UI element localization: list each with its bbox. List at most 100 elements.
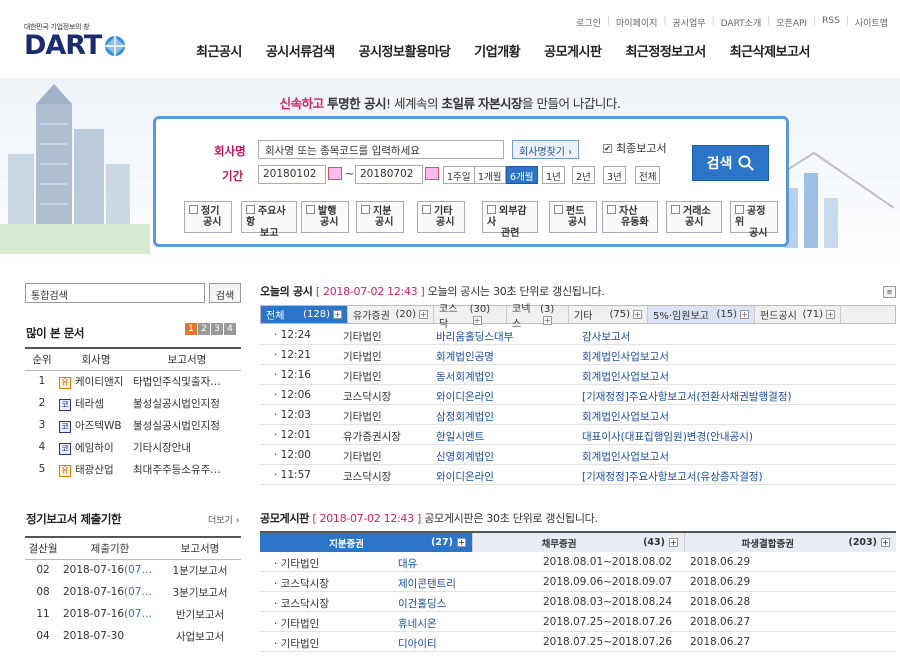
page-button[interactable]: 2 xyxy=(198,323,210,335)
calendar-icon[interactable] xyxy=(328,167,342,180)
checkbox[interactable] xyxy=(361,205,370,214)
table-row[interactable]: · 12:03 기타법인 삼정회계법인 회계법인사업보고서 xyxy=(260,405,896,425)
plus-icon[interactable]: + xyxy=(669,538,678,547)
report-type-button[interactable]: 지분 공시 xyxy=(356,201,404,233)
company-name[interactable]: 아즈텍WB xyxy=(75,420,122,432)
search-button[interactable]: 검색 xyxy=(692,145,769,181)
report-name[interactable]: 불성실공시법인지정 xyxy=(133,392,241,414)
company-link[interactable]: 이건홀딩스 xyxy=(398,596,446,611)
integrated-search-input[interactable]: 통합검색 xyxy=(25,283,205,303)
report-name[interactable]: 최대주주등소유주… xyxy=(133,458,241,480)
plus-icon[interactable]: + xyxy=(740,310,749,319)
plus-icon[interactable]: + xyxy=(419,310,428,319)
corp-find-button[interactable]: 회사명찾기 › xyxy=(512,140,580,159)
company-name[interactable]: 케이티앤지 xyxy=(75,376,123,388)
report-type-button[interactable]: 공정위 공시 xyxy=(730,201,778,239)
table-row[interactable]: · 12:21 기타법인 회계법인공명 회계법인사업보고서 xyxy=(260,345,896,365)
integrated-search-button[interactable]: 검색 xyxy=(209,283,241,303)
tab-6[interactable]: 5%·임원보고 (15) + xyxy=(648,306,755,323)
tab-5[interactable]: 기타 (75) + xyxy=(569,306,648,323)
more-link[interactable]: 더보기 › xyxy=(208,513,239,526)
company-link[interactable]: 바리움홀딩스대부 xyxy=(436,329,513,344)
company-link[interactable]: 한일시멘트 xyxy=(436,429,484,444)
gnb-item[interactable]: 공모게시판 xyxy=(544,41,602,60)
company-cell[interactable]: 코 에임하이 xyxy=(59,436,133,458)
report-name[interactable]: 1분기보고서 xyxy=(159,559,241,581)
report-link[interactable]: [기재정정]주요사항보고서(전환사채권발행결정) xyxy=(582,389,792,404)
period-button[interactable]: 전체 xyxy=(635,166,661,184)
report-name[interactable]: 3분기보고서 xyxy=(159,581,241,603)
gnb-item[interactable]: 기업개황 xyxy=(474,41,520,60)
page-button[interactable]: 3 xyxy=(211,323,223,335)
list-item[interactable]: 1 유 케이티앤지 타법인주식및출자… xyxy=(25,370,241,392)
company-link[interactable]: 제이콘텐트리 xyxy=(398,576,456,591)
gnb-item[interactable]: 최근공시 xyxy=(196,41,242,60)
company-link[interactable]: 와이디온라인 xyxy=(436,389,494,404)
company-link[interactable]: 디아이티 xyxy=(398,636,437,651)
period-button[interactable]: 1개월 xyxy=(474,166,506,184)
board-tab[interactable]: 파생결합증권 (203) + xyxy=(684,533,896,552)
checkbox[interactable] xyxy=(671,205,680,214)
checkbox[interactable] xyxy=(607,205,616,214)
plus-icon[interactable]: + xyxy=(457,538,466,547)
gnb-item[interactable]: 최근정정보고서 xyxy=(625,41,706,60)
page-button[interactable]: 4 xyxy=(224,323,236,335)
company-link[interactable]: 동서회계법인 xyxy=(436,369,494,384)
checkbox[interactable] xyxy=(735,205,744,214)
table-row[interactable]: · 12:24 기타법인 바리움홀딩스대부 감사보고서 xyxy=(260,325,896,345)
table-row[interactable]: · 기타법인 디아이티 2018.07.25~2018.07.26 2018.06.2… xyxy=(260,632,896,652)
report-name[interactable]: 기타시장안내 xyxy=(133,436,241,458)
company-link[interactable]: 삼정회계법인 xyxy=(436,409,494,424)
util-link[interactable]: 공시업무 xyxy=(672,16,705,29)
report-name[interactable]: 불성실공시법인지정 xyxy=(133,414,241,436)
dart-logo[interactable]: 대한민국 기업정보의 창 DART xyxy=(24,22,127,60)
table-row[interactable]: · 코스닥시장 제이콘텐트리 2018.09.06~2018.09.07 2018.0… xyxy=(260,572,896,592)
tab-4[interactable]: 코넥스 (3)+ xyxy=(507,304,569,330)
report-name[interactable]: 타법인주식및출자… xyxy=(133,370,241,392)
board-tab[interactable]: 채무증권 (43) + xyxy=(472,533,684,552)
report-type-button[interactable]: 거래소 공시 xyxy=(666,201,722,233)
gnb-item[interactable]: 최근삭제보고서 xyxy=(730,41,811,60)
util-link[interactable]: 오픈API xyxy=(776,16,807,29)
company-cell[interactable]: 코 아즈텍WB xyxy=(59,414,133,436)
list-item[interactable]: 5 유 태광산업 최대주주등소유주… xyxy=(25,458,241,480)
checkbox[interactable] xyxy=(189,205,198,214)
company-cell[interactable]: 유 케이티앤지 xyxy=(59,370,133,392)
report-link[interactable]: 감사보고서 xyxy=(582,329,630,344)
table-row[interactable]: · 11:57 코스닥시장 와이디온라인 [기재정정]주요사항보고서(유상증자결정) xyxy=(260,465,896,485)
report-name[interactable]: 사업보고서 xyxy=(159,625,241,647)
tab-2[interactable]: 유가증권 (20) + xyxy=(348,306,434,323)
util-link[interactable]: 사이트맵 xyxy=(855,16,888,29)
report-type-button[interactable]: 기타 공시 xyxy=(417,201,465,233)
period-button[interactable]: 2년 xyxy=(572,166,595,184)
period-button[interactable]: 3년 xyxy=(603,166,626,184)
list-item[interactable]: 02 2018-07-16(07… 1분기보고서 xyxy=(25,559,241,581)
list-item[interactable]: 3 코 아즈텍WB 불성실공시법인지정 xyxy=(25,414,241,436)
checkbox[interactable] xyxy=(554,205,563,214)
report-type-button[interactable]: 외부감사 관련 xyxy=(482,201,538,239)
period-button[interactable]: 1년 xyxy=(542,166,565,184)
plus-icon[interactable]: + xyxy=(472,315,482,325)
list-item[interactable]: 4 코 에임하이 기타시장안내 xyxy=(25,436,241,458)
checkbox[interactable] xyxy=(487,205,496,214)
table-row[interactable]: · 12:16 기타법인 동서회계법인 회계법인사업보고서 xyxy=(260,365,896,385)
report-type-button[interactable]: 발행 공시 xyxy=(301,201,349,233)
company-name[interactable]: 태광산업 xyxy=(75,464,114,476)
company-link[interactable]: 회계법인공명 xyxy=(436,349,494,364)
checkbox[interactable] xyxy=(306,205,315,214)
util-link[interactable]: RSS xyxy=(822,16,840,29)
company-link[interactable]: 대유 xyxy=(398,556,417,571)
plus-icon[interactable]: + xyxy=(633,310,642,319)
list-item[interactable]: 2 코 테라셈 불성실공시법인지정 xyxy=(25,392,241,414)
tab-3[interactable]: 코스닥 (30)+ xyxy=(434,304,507,330)
report-type-button[interactable]: 정기 공시 xyxy=(184,201,232,233)
report-link[interactable]: 회계법인사업보고서 xyxy=(582,449,669,464)
rss-icon[interactable]: ≡ xyxy=(883,286,896,298)
report-link[interactable]: [기재정정]주요사항보고서(유상증자결정) xyxy=(582,469,763,484)
company-link[interactable]: 신영회계법인 xyxy=(436,449,494,464)
calendar-icon[interactable] xyxy=(425,167,439,180)
list-item[interactable]: 11 2018-07-16(07… 반기보고서 xyxy=(25,603,241,625)
checkbox-checked[interactable]: ✔ xyxy=(603,143,612,153)
checkbox[interactable] xyxy=(246,205,255,214)
checkbox[interactable] xyxy=(422,205,431,214)
